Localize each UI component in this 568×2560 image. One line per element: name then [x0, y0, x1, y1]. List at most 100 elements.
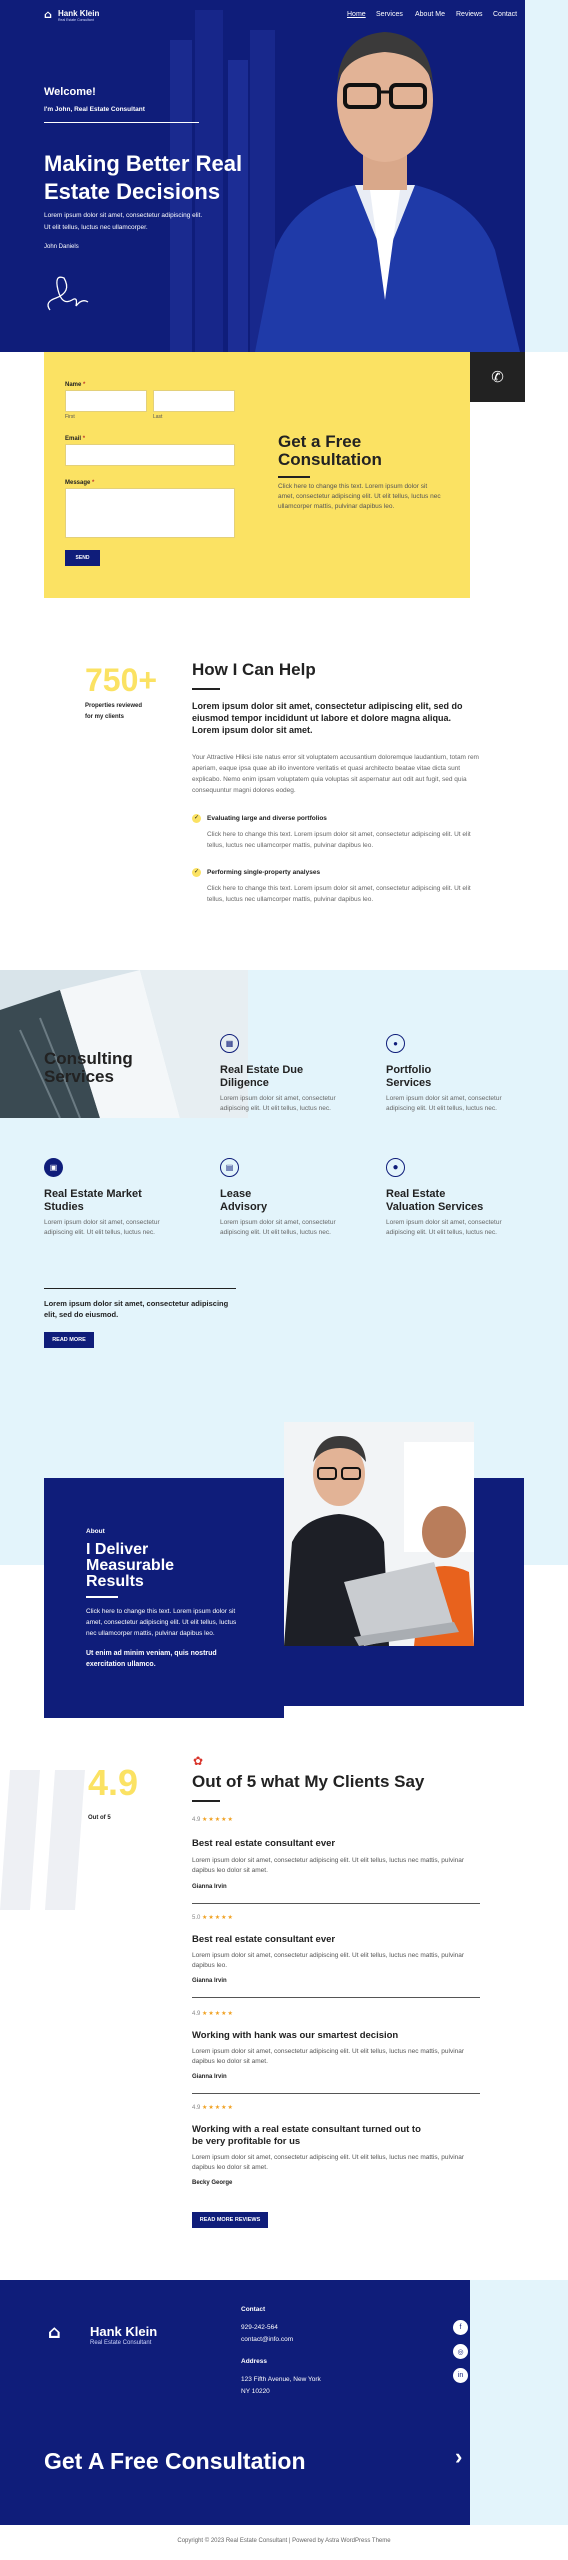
footer-logo-icon[interactable]: ⌂ [48, 2322, 61, 2343]
review-separator [192, 1903, 480, 1904]
hero-signature-name: John Daniels [44, 244, 79, 250]
service-title-5a: Real Estate [386, 1188, 446, 1200]
service-text-4: Lorem ipsum dolor sit amet, consectetur … [220, 1219, 336, 1236]
message-textarea[interactable] [65, 488, 235, 538]
copyright: Copyright © 2023 Real Estate Consultant … [177, 2538, 391, 2544]
check-icon: ✓ [192, 868, 201, 877]
point-title-2: Performing single-property analyses [207, 869, 321, 876]
point-title-1: Evaluating large and diverse portfolios [207, 815, 327, 822]
about-bold: Ut enim ad minim veniam, quis nostrud ex… [86, 1650, 217, 1668]
read-more-reviews-button[interactable]: READ MORE REVIEWS [192, 2212, 268, 2228]
how-divider [192, 688, 220, 690]
footer-email[interactable]: contact@info.com [241, 2336, 293, 2343]
address-heading: Address [241, 2358, 268, 2365]
hero-heading-line1: Making Better Real [44, 151, 243, 176]
footer-cta[interactable]: Get A Free Consultation [44, 2448, 306, 2475]
star-icons: ★★★★★ [202, 2011, 234, 2017]
stat-label-line1: Properties reviewed [85, 703, 143, 709]
send-button[interactable]: SEND [65, 550, 100, 566]
nav-contact[interactable]: Contact [493, 11, 517, 18]
stat-label-line2: for my clients [85, 714, 125, 720]
nav-reviews[interactable]: Reviews [456, 11, 482, 18]
review-rating-2: 5.0 ★★★★★ [192, 1915, 234, 1921]
facebook-icon[interactable]: f [453, 2320, 468, 2335]
address-line1: 123 Fifth Avenue, New York [241, 2376, 321, 2383]
footer-side-strip [470, 2280, 568, 2525]
service-text-3: Lorem ipsum dolor sit amet, consectetur … [44, 1219, 160, 1236]
brand-name[interactable]: Hank Klein [58, 9, 99, 18]
email-input[interactable] [65, 444, 235, 466]
consultant-portrait [255, 32, 520, 352]
services-heading-line1: Consulting [44, 1049, 133, 1068]
nav-about[interactable]: About Me [415, 11, 445, 18]
services-divider [44, 1288, 236, 1289]
nav-services[interactable]: Services [376, 11, 403, 18]
consult-title-line2: Consultation [278, 450, 382, 469]
hero-section: ⌂ Hank Klein Real Estate Consultant Home… [0, 0, 525, 352]
building-image [0, 970, 248, 1118]
hero-welcome: Welcome! [44, 86, 96, 98]
about-kicker: About [86, 1528, 105, 1535]
instagram-icon[interactable]: ◎ [453, 2344, 468, 2359]
how-body: Your Attractive Hliksi iste natus error … [192, 754, 479, 794]
review-title-4b: be very profitable for us [192, 2136, 301, 2147]
nav-home[interactable]: Home [347, 11, 366, 18]
quote-watermark-icon [0, 1770, 85, 1910]
award-icon: ✿ [193, 1754, 204, 1768]
about-card: About I Deliver Measurable Results Click… [44, 1478, 284, 1718]
hero-divider [44, 122, 199, 123]
service-text-5: Lorem ipsum dolor sit amet, consectetur … [386, 1219, 502, 1236]
brand-tagline: Real Estate Consultant [58, 18, 94, 22]
review-text-1: Lorem ipsum dolor sit amet, consectetur … [192, 1857, 465, 1874]
review-separator [192, 2093, 480, 2094]
building-icon: ▦ [220, 1034, 239, 1053]
footer-phone[interactable]: 929-242-564 [241, 2324, 278, 2331]
linkedin-icon[interactable]: in [453, 2368, 468, 2383]
footer-brand-name[interactable]: Hank Klein [90, 2324, 157, 2339]
hero-body-line2: Ut elit tellus, luctus nec ullamcorper. [44, 224, 148, 231]
service-title-1b: Diligence [220, 1077, 269, 1089]
valuation-icon: ● [386, 1158, 405, 1177]
service-title-4b: Advisory [220, 1201, 268, 1213]
star-icons: ★★★★★ [202, 1915, 234, 1921]
first-sublabel: First [65, 414, 75, 420]
consultation-section: Name * First Last Email * Message * SEND… [44, 352, 470, 598]
meeting-photo [284, 1422, 474, 1646]
phone-icon: ✆ [491, 369, 504, 386]
review-separator [192, 1997, 480, 1998]
last-name-input[interactable] [153, 390, 235, 412]
service-title-5b: Valuation Services [386, 1201, 484, 1213]
about-title-line3: Results [86, 1573, 144, 1590]
reviews-divider [192, 1800, 220, 1802]
read-more-button[interactable]: READ MORE [44, 1332, 94, 1348]
brand-logo-icon[interactable]: ⌂ [44, 8, 52, 21]
hero-heading-line2: Estate Decisions [44, 179, 221, 204]
service-title-3a: Real Estate Market [44, 1188, 142, 1200]
services-closing: Lorem ipsum dolor sit amet, consectetur … [44, 1299, 229, 1319]
review-rating-4: 4.9 ★★★★★ [192, 2105, 234, 2111]
service-text-2: Lorem ipsum dolor sit amet, consectetur … [386, 1095, 502, 1112]
services-heading-line2: Services [44, 1067, 114, 1086]
review-author-3: Gianna Irvin [192, 2074, 227, 2080]
review-author-2: Gianna Irvin [192, 1978, 227, 1984]
signature-icon [47, 276, 89, 311]
footer-section: ⌂ Hank Klein Real Estate Consultant Cont… [0, 2280, 470, 2525]
footer-brand-tagline: Real Estate Consultant [90, 2340, 152, 2346]
consult-body: Click here to change this text. Lorem ip… [278, 483, 441, 510]
chevron-right-icon[interactable]: › [455, 2444, 462, 2470]
review-title-2: Best real estate consultant ever [192, 1934, 336, 1945]
phone-tab[interactable]: ✆ [470, 352, 525, 402]
address-line2: NY 10220 [241, 2388, 270, 2395]
consult-title-line1: Get a Free [278, 432, 362, 451]
about-body: Click here to change this text. Lorem ip… [86, 1608, 237, 1637]
first-name-input[interactable] [65, 390, 147, 412]
review-score-label: Out of 5 [88, 1815, 111, 1821]
review-rating-1: 4.9 ★★★★★ [192, 1817, 234, 1823]
service-title-1a: Real Estate Due [220, 1064, 304, 1076]
name-label: Name * [65, 382, 86, 388]
service-title-4a: Lease [220, 1188, 252, 1200]
hero-intro: I'm John, Real Estate Consultant [44, 106, 145, 113]
service-title-3b: Studies [44, 1201, 84, 1213]
star-icons: ★★★★★ [202, 2105, 234, 2111]
review-text-3: Lorem ipsum dolor sit amet, consectetur … [192, 2048, 465, 2065]
